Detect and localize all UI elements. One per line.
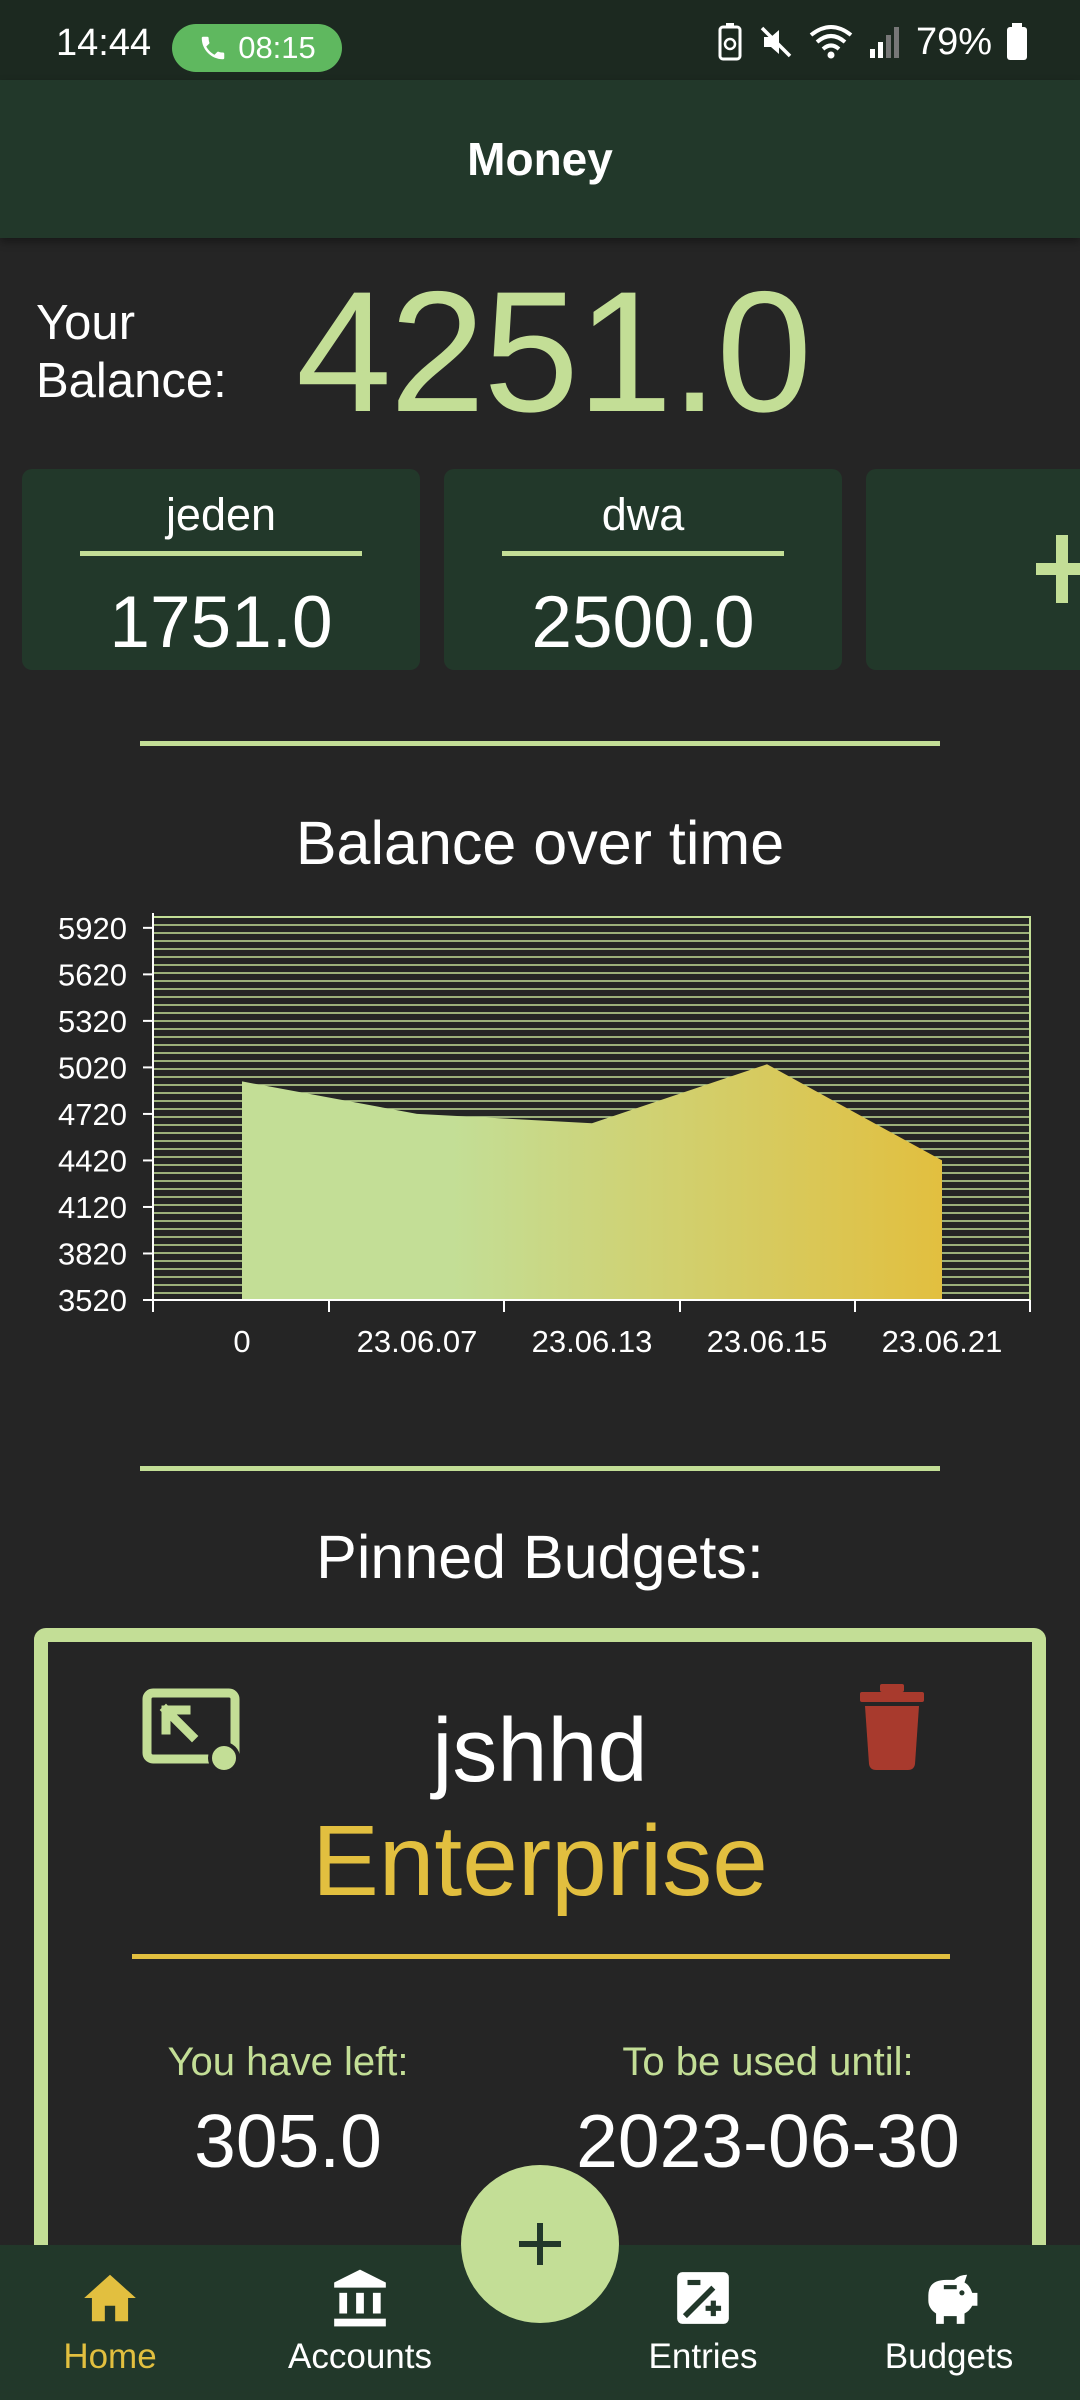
balance-area-series [242,1064,942,1300]
budget-left-label: You have left: [167,2040,409,2084]
section-divider [140,741,940,746]
y-tick-label: 5920 [58,911,127,946]
nav-accounts-label: Accounts [288,2337,432,2376]
signal-icon [869,27,899,58]
app-bar: Money [0,80,1080,238]
battery-percent: 79% [915,20,992,63]
nav-entries-label: Entries [648,2337,758,2376]
add-entry-fab[interactable] [461,2165,619,2323]
budget-left-value: 305.0 [194,2099,382,2183]
add-account-button[interactable] [866,469,1080,670]
mute-icon [760,26,792,58]
nav-budgets[interactable]: Budgets [866,2245,1032,2400]
status-time: 14:44 [56,22,152,64]
battery-saver-icon [718,23,742,61]
plus-icon [519,2223,561,2265]
budget-until-value: 2023-06-30 [576,2099,960,2183]
edit-entry-icon [677,2272,729,2324]
account-card-jeden[interactable]: jeden 1751.0 [22,469,420,670]
home-icon [84,2274,136,2322]
x-tick-label: 0 [233,1324,250,1359]
account-divider [80,551,362,556]
money-app-screen: 14:44 08:15 79% Money Your Balance: 4251… [0,0,1080,2400]
nav-entries[interactable]: Entries [630,2245,776,2400]
pinned-budgets-title: Pinned Budgets: [316,1523,764,1591]
y-tick-label: 4420 [58,1143,127,1178]
y-tick-label: 3820 [58,1237,127,1272]
call-timer: 08:15 [238,30,316,65]
account-amount: 2500.0 [531,582,755,663]
nav-accounts[interactable]: Accounts [270,2245,450,2400]
status-icons: 79% [716,20,1028,64]
y-tick-label: 3520 [58,1283,127,1318]
account-name: jeden [165,489,277,540]
nav-home-label: Home [63,2337,157,2376]
y-tick-label: 5620 [58,957,127,992]
status-bar: 14:44 08:15 79% [0,0,1080,80]
x-tick-label: 23.06.07 [357,1324,478,1359]
account-card-dwa[interactable]: dwa 2500.0 [444,469,842,670]
x-tick-label: 23.06.21 [882,1324,1003,1359]
total-balance-value: 4251.0 [296,256,812,448]
balance-label-line1: Your [36,296,136,350]
account-amount: 1751.0 [109,582,333,663]
bank-icon [334,2269,386,2327]
x-tick-label: 23.06.15 [707,1324,828,1359]
account-divider [502,551,784,556]
piggy-bank-icon [928,2274,978,2324]
balance-over-time-chart: 5920 5620 5320 5020 4720 4420 4120 3820 3520 0 23… [58,911,1031,1359]
balance-label: Your Balance: [36,294,227,410]
section-divider [140,1466,940,1471]
accounts-carousel[interactable]: jeden 1751.0 dwa 2500.0 [22,469,1080,671]
budget-until-label: To be used until: [622,2040,914,2084]
y-tick-label: 4720 [58,1097,127,1132]
balance-label-line2: Balance: [36,354,227,408]
ongoing-call-pill[interactable]: 08:15 [172,24,342,72]
chart-y-ticks: 5920 5620 5320 5020 4720 4420 4120 3820 3520 [58,911,127,1318]
app-title: Money [467,133,613,185]
x-tick-label: 23.06.13 [532,1324,653,1359]
y-tick-label: 5320 [58,1004,127,1039]
wifi-icon [809,25,853,59]
y-tick-label: 4120 [58,1190,127,1225]
budget-name: jshhd [432,1701,648,1801]
nav-home[interactable]: Home [40,2245,180,2400]
battery-icon [1007,23,1027,60]
chart-x-ticks: 0 23.06.07 23.06.13 23.06.15 23.06.21 [233,1324,1002,1359]
budget-type: Enterprise [312,1805,768,1917]
budget-divider [132,1954,950,1959]
chart-title: Balance over time [295,809,785,877]
account-name: dwa [601,489,685,540]
y-tick-label: 5020 [58,1050,127,1085]
nav-budgets-label: Budgets [884,2337,1014,2376]
phone-icon [201,36,225,60]
